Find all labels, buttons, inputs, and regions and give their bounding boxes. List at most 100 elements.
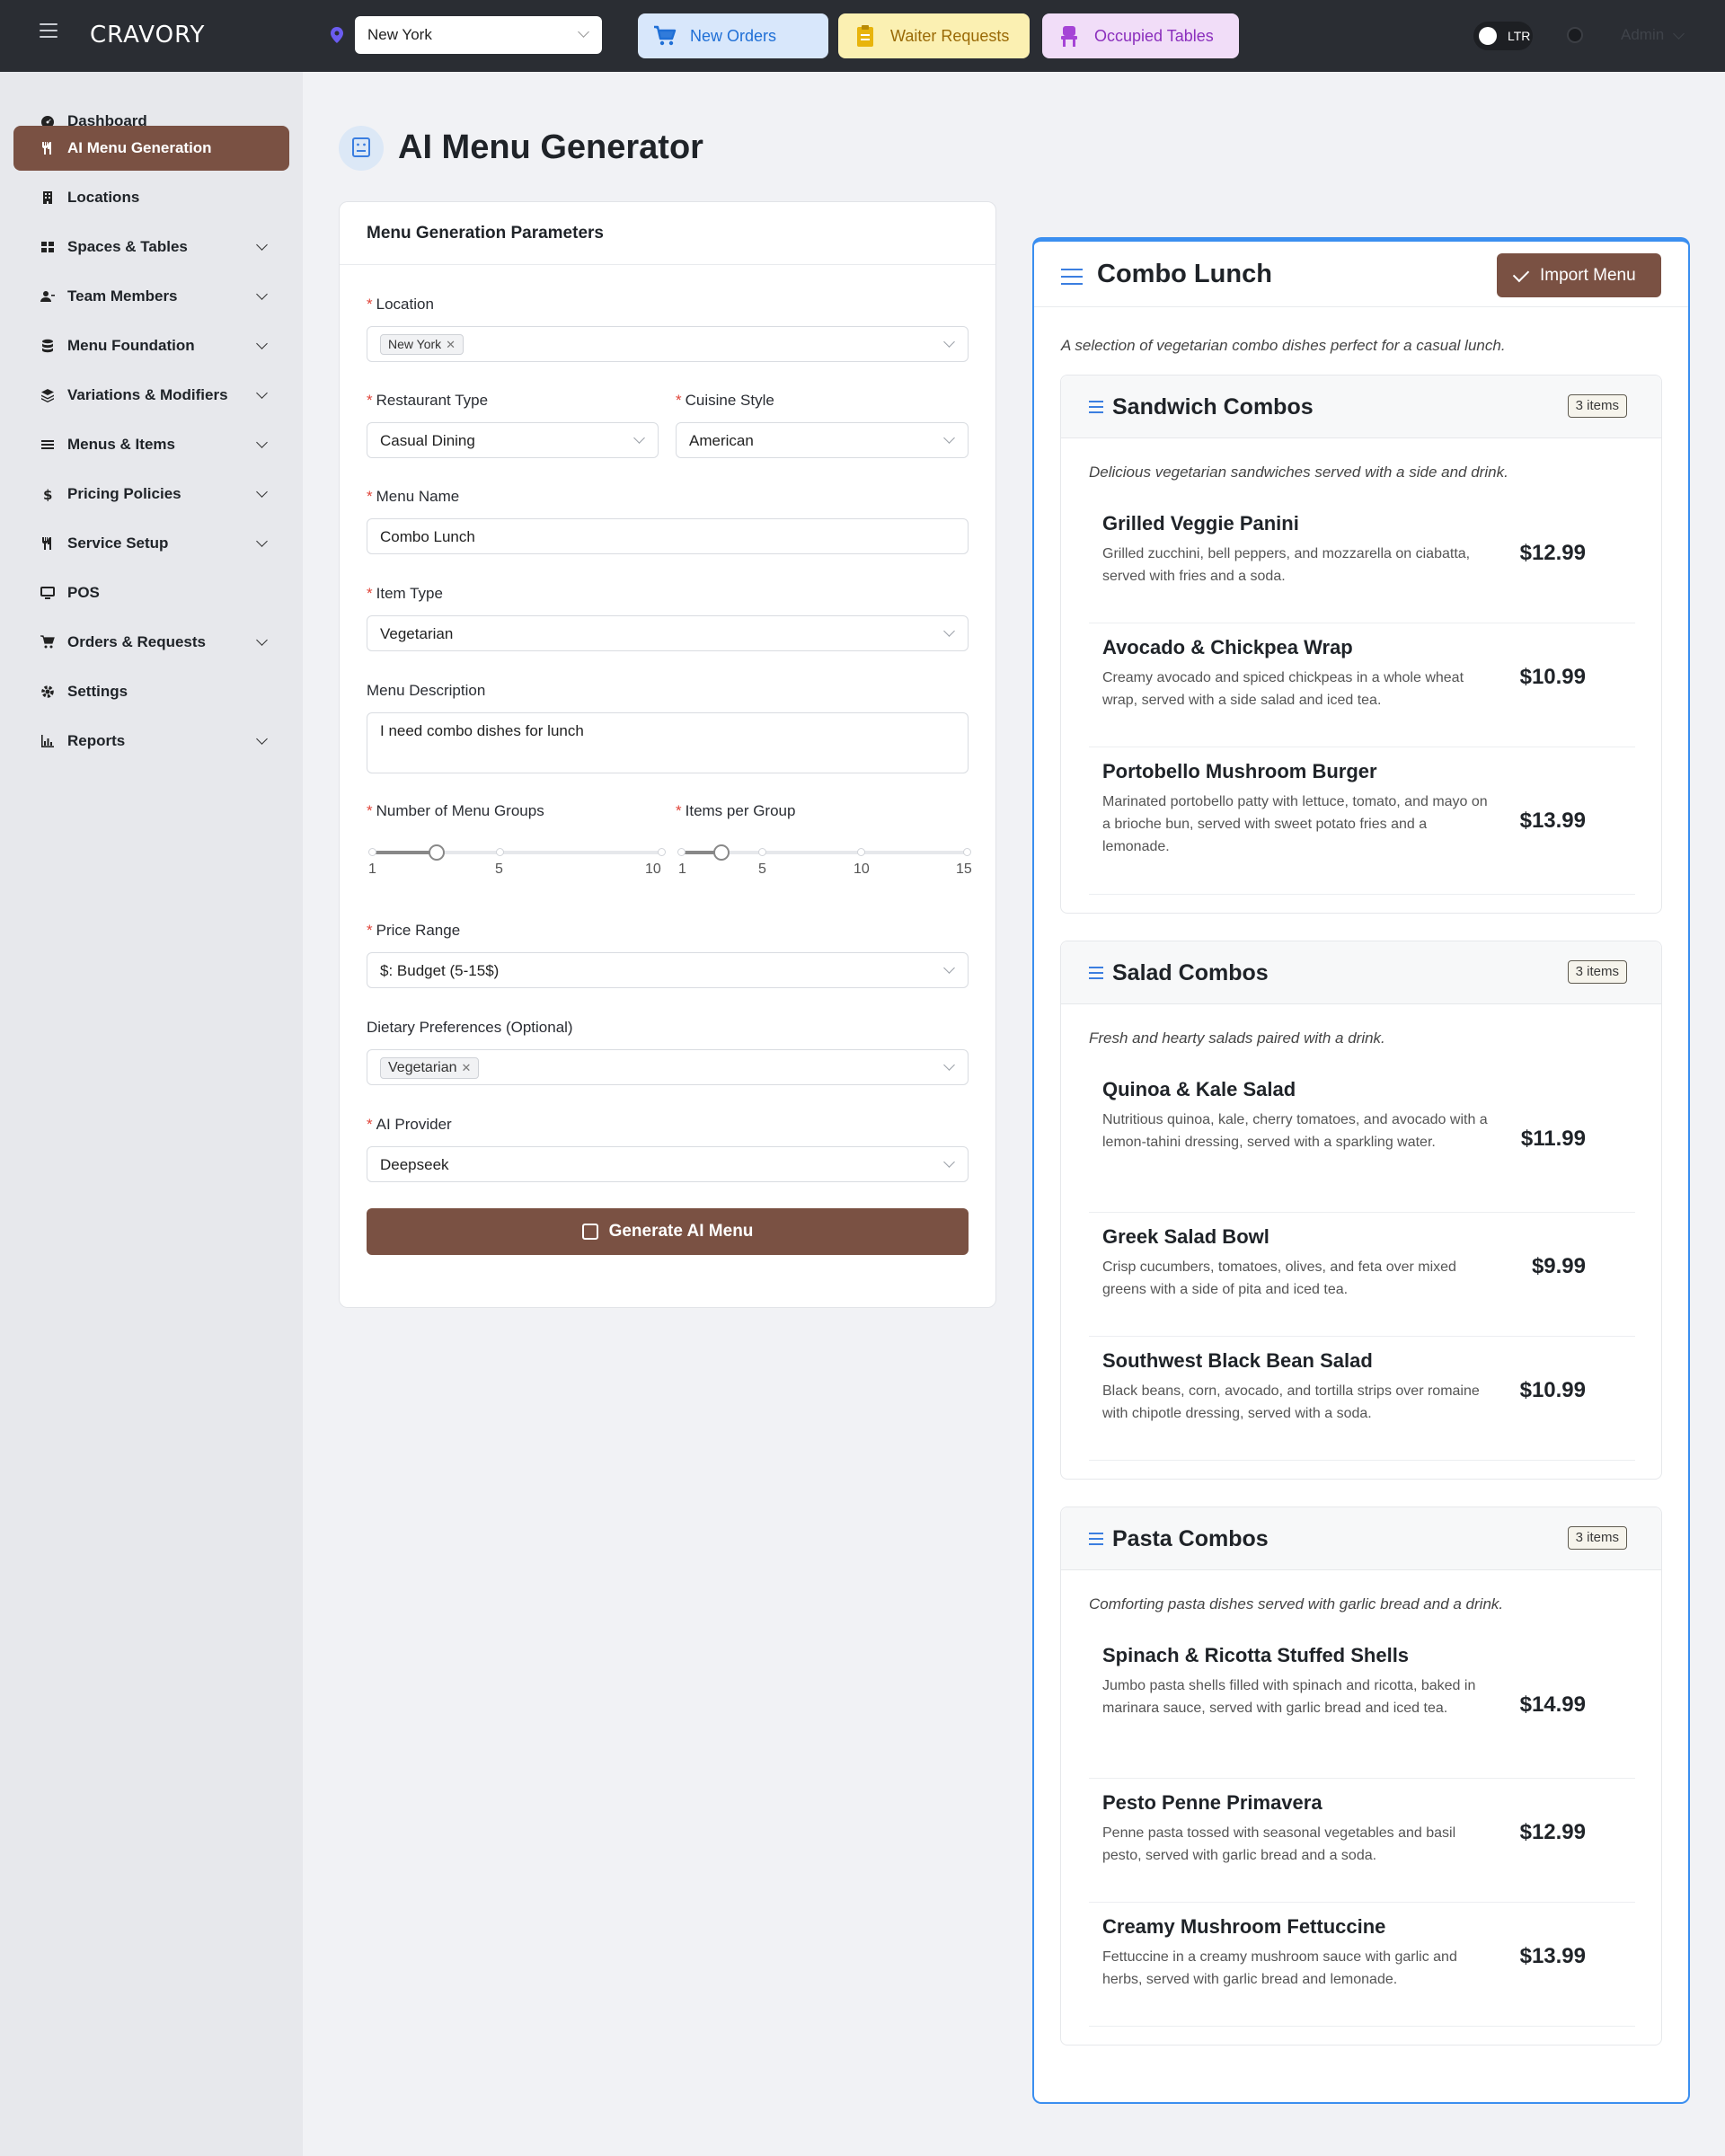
import-menu-button[interactable]: Import Menu	[1497, 253, 1661, 297]
slider-handle[interactable]	[429, 844, 445, 861]
menu-item-name: Avocado & Chickpea Wrap	[1102, 636, 1353, 658]
menu-group-description: Fresh and hearty salads paired with a dr…	[1089, 1029, 1385, 1047]
generate-ai-menu-button[interactable]: Generate AI Menu	[367, 1208, 969, 1255]
menu-item: Greek Salad Bowl Crisp cucumbers, tomato…	[1089, 1213, 1635, 1337]
slider-dot	[496, 848, 504, 856]
sidebar-item-pricing-policies[interactable]: $ Pricing Policies	[13, 472, 289, 517]
menu-item-description: Jumbo pasta shells filled with spinach a…	[1102, 1678, 1476, 1716]
slider-mark: 5	[758, 862, 766, 877]
item-count-badge: 3 items	[1567, 960, 1627, 984]
sidebar-item-locations[interactable]: Locations	[13, 175, 289, 220]
user-menu-chevron-icon[interactable]	[1673, 28, 1685, 40]
menu-item: Pesto Penne Primavera Penne pasta tossed…	[1089, 1779, 1635, 1903]
sidebar-item-team-members[interactable]: Team Members	[13, 274, 289, 319]
menu-item: Portobello Mushroom Burger Marinated por…	[1089, 747, 1635, 895]
sidebar-item-menu-foundation[interactable]: Menu Foundation	[13, 323, 289, 368]
sidebar-item-label: Spaces & Tables	[67, 238, 188, 255]
waiter-requests-label: Waiter Requests	[890, 26, 1010, 45]
menu-item-price: $13.99	[1519, 1944, 1586, 1968]
menu-item-price: $12.99	[1519, 1820, 1586, 1844]
toggle-knob	[1479, 27, 1497, 45]
menu-item: Avocado & Chickpea Wrap Creamy avocado a…	[1089, 623, 1635, 747]
sidebar-item-reports[interactable]: Reports	[13, 719, 289, 764]
sidebar-item-label: AI Menu Generation	[67, 139, 212, 156]
chevron-down-icon	[633, 432, 645, 444]
dietary-preferences-multiselect[interactable]: Vegetarian ✕	[367, 1049, 969, 1085]
menu-group: Pasta Combos 3 items Comforting pasta di…	[1060, 1507, 1662, 2046]
menu-item-name: Pesto Penne Primavera	[1102, 1791, 1322, 1814]
robot-icon	[581, 1224, 598, 1240]
users-icon	[40, 291, 55, 302]
location-multiselect[interactable]: New York ✕	[367, 326, 969, 362]
robot-icon	[339, 126, 384, 171]
sidebar-item-service-setup[interactable]: Service Setup	[13, 521, 289, 566]
ai-provider-select[interactable]: Deepseek	[367, 1146, 969, 1182]
layers-icon	[41, 389, 54, 402]
slider-handle[interactable]	[713, 844, 730, 861]
remove-tag-icon[interactable]: ✕	[462, 1061, 472, 1074]
menu-group-description: Delicious vegetarian sandwiches served w…	[1089, 464, 1508, 481]
sidebar-item-label: Locations	[67, 189, 140, 206]
menu-toggle-icon[interactable]	[40, 23, 58, 41]
grid-icon	[41, 242, 54, 252]
theme-palette-icon[interactable]	[1567, 27, 1583, 43]
restaurant-type-select[interactable]: Casual Dining	[367, 422, 659, 458]
slider-dot	[758, 848, 766, 856]
sidebar-item-label: Service Setup	[67, 535, 169, 552]
bar-chart-icon	[41, 735, 54, 747]
new-orders-button[interactable]: New Orders	[638, 13, 828, 58]
waiter-requests-button[interactable]: Waiter Requests	[838, 13, 1030, 58]
user-menu[interactable]: Admin	[1621, 26, 1664, 44]
ai-provider-label: * AI Provider	[367, 1116, 452, 1133]
sidebar-item-label: Menus & Items	[67, 436, 175, 453]
remove-tag-icon[interactable]: ✕	[446, 338, 456, 351]
slider-mark: 1	[368, 862, 376, 877]
cuisine-style-select[interactable]: American	[676, 422, 969, 458]
brand-logo[interactable]: CRAVORY	[90, 22, 205, 49]
utensils-icon	[42, 537, 51, 550]
chevron-down-icon	[256, 486, 268, 498]
sidebar-item-orders-requests[interactable]: Orders & Requests	[13, 620, 289, 665]
menu-description-textarea[interactable]: I need combo dishes for lunch	[367, 712, 969, 773]
menu-item-name: Spinach & Ricotta Stuffed Shells	[1102, 1644, 1410, 1666]
location-label: * Location	[367, 296, 434, 313]
menu-group-header: Sandwich Combos 3 items	[1061, 376, 1661, 438]
generate-button-label: Generate AI Menu	[608, 1222, 754, 1241]
occupied-tables-button[interactable]: Occupied Tables	[1042, 13, 1239, 58]
sidebar-item-pos[interactable]: POS	[13, 570, 289, 615]
sidebar-item-ai-menu-generation[interactable]: AI Menu Generation	[13, 126, 289, 171]
sidebar-item-spaces-tables[interactable]: Spaces & Tables	[13, 225, 289, 270]
menu-item-price: $11.99	[1520, 1127, 1586, 1151]
menu-item-name: Quinoa & Kale Salad	[1102, 1078, 1296, 1100]
slider-mark: 1	[678, 862, 686, 877]
menu-item: Southwest Black Bean Salad Black beans, …	[1089, 1337, 1635, 1461]
price-range-select[interactable]: $: Budget (5-15$)	[367, 952, 969, 988]
occupied-tables-label: Occupied Tables	[1094, 26, 1214, 45]
direction-toggle[interactable]: LTR	[1473, 22, 1533, 50]
sidebar-item-label: Menu Foundation	[67, 337, 195, 354]
menu-item-description: Creamy avocado and spiced chickpeas in a…	[1102, 670, 1464, 708]
list-icon	[1061, 269, 1083, 287]
menu-item-description: Fettuccine in a creamy mushroom sauce wi…	[1102, 1949, 1457, 1987]
chevron-down-icon	[943, 1059, 955, 1071]
menu-item-price: $13.99	[1519, 808, 1586, 833]
generated-menu-description: A selection of vegetarian combo dishes p…	[1061, 337, 1506, 354]
menu-group: Sandwich Combos 3 items Delicious vegeta…	[1060, 375, 1662, 914]
import-button-label: Import Menu	[1540, 265, 1636, 285]
item-type-select[interactable]: Vegetarian	[367, 615, 969, 651]
sidebar-item-menus-items[interactable]: Menus & Items	[13, 422, 289, 467]
sidebar-item-label: Reports	[67, 732, 126, 749]
menu-item: Creamy Mushroom Fettuccine Fettuccine in…	[1089, 1903, 1635, 2027]
sidebar-item-label: POS	[67, 584, 100, 601]
slider-track	[372, 851, 437, 854]
cart-icon	[40, 635, 55, 649]
menu-item-description: Grilled zucchini, bell peppers, and mozz…	[1102, 546, 1471, 584]
sidebar-item-variations-modifiers[interactable]: Variations & Modifiers	[13, 373, 289, 418]
sidebar-item-settings[interactable]: Settings	[13, 669, 289, 714]
menu-item-price: $14.99	[1519, 1692, 1586, 1717]
slider-dot	[658, 848, 666, 856]
slider-dot	[857, 848, 865, 856]
menu-generation-form: Menu Generation Parameters * Location New…	[339, 201, 996, 1308]
menu-name-input[interactable]: Combo Lunch	[367, 518, 969, 554]
location-select[interactable]: New York	[355, 16, 602, 54]
